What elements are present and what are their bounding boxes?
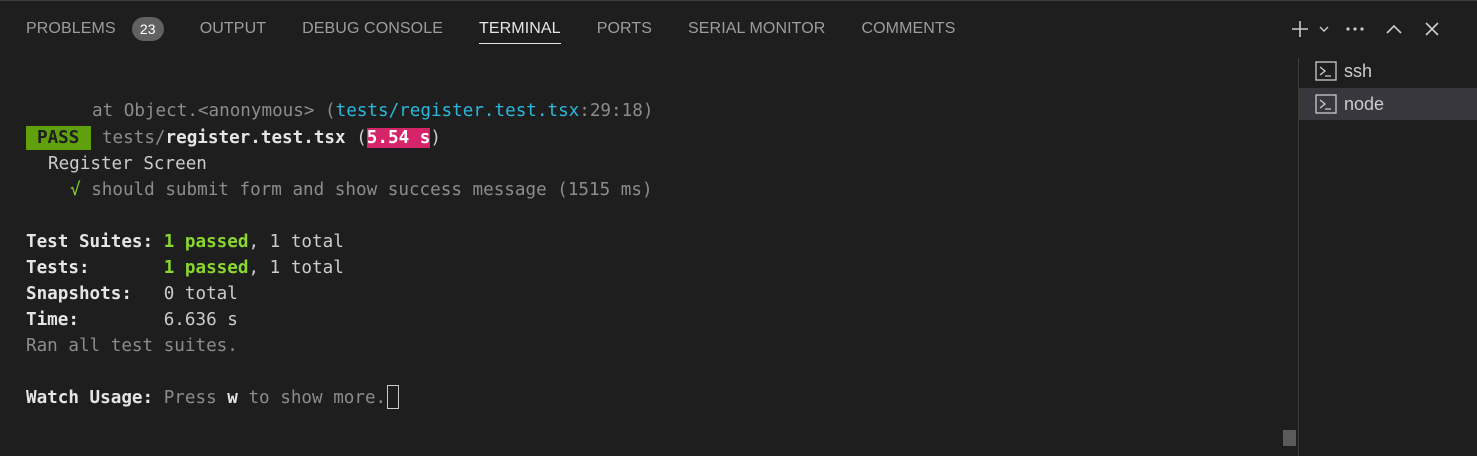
tab-serial-monitor[interactable]: SERIAL MONITOR xyxy=(688,0,825,58)
ran-all-line: Ran all test suites. xyxy=(26,336,238,356)
pass-badge: PASS xyxy=(26,126,92,150)
terminal-icon xyxy=(1315,94,1337,114)
watch-press: Press xyxy=(163,388,217,408)
maximize-panel-button[interactable] xyxy=(1375,14,1413,44)
tab-comments-label: COMMENTS xyxy=(861,20,956,37)
terminal-toolbar xyxy=(1287,14,1451,44)
summary-label: Tests: xyxy=(26,258,90,278)
tab-ports-label: PORTS xyxy=(596,20,653,37)
describe-line: Register Screen xyxy=(48,154,207,174)
summary-time: Time: 6.636 s xyxy=(26,307,238,333)
summary-label: Test Suites: xyxy=(26,232,154,252)
chevron-up-icon xyxy=(1386,24,1402,34)
tab-ports[interactable]: PORTS xyxy=(597,0,652,58)
tab-debug-console[interactable]: DEBUG CONSOLE xyxy=(302,0,443,58)
summary-rest: , 1 total xyxy=(248,258,344,278)
watch-key: w xyxy=(227,388,238,408)
tab-problems[interactable]: PROBLEMS 23 xyxy=(26,0,164,58)
summary-passed: 1 passed xyxy=(163,258,249,278)
terminal-item-label: ssh xyxy=(1344,60,1373,81)
plus-icon xyxy=(1292,21,1308,37)
terminal-item-label: node xyxy=(1344,93,1385,114)
stack-prefix: at Object.<anonymous> ( xyxy=(92,101,336,121)
tab-terminal[interactable]: TERMINAL xyxy=(478,0,561,58)
summary-suites: Test Suites: 1 passed, 1 total xyxy=(26,229,344,255)
tab-output-label: OUTPUT xyxy=(199,20,267,37)
test-case-name: should submit form and show success mess… xyxy=(91,180,653,200)
terminal-output[interactable]: at Object.<anonymous> (tests/register.te… xyxy=(0,58,1282,456)
panel-tabs: PROBLEMS 23 OUTPUT DEBUG CONSOLE TERMINA… xyxy=(26,0,992,58)
tab-output[interactable]: OUTPUT xyxy=(200,0,266,58)
stack-suffix: ) xyxy=(642,101,654,121)
close-panel-button[interactable] xyxy=(1413,14,1451,44)
summary-value: 6.636 s xyxy=(163,310,238,330)
tab-problems-label: PROBLEMS xyxy=(26,20,116,37)
summary-tests: Tests: 1 passed, 1 total xyxy=(26,255,344,281)
watch-rest: to show more. xyxy=(248,388,387,408)
stack-file-link[interactable]: tests/register.test.tsx xyxy=(336,101,580,121)
terminal-scrollbar[interactable] xyxy=(1283,430,1296,446)
test-file: register.test.tsx xyxy=(165,128,346,148)
problems-count-badge: 23 xyxy=(131,17,164,41)
tab-comments[interactable]: COMMENTS xyxy=(861,0,955,58)
terminal-profiles-dropdown[interactable] xyxy=(1313,14,1335,44)
check-mark-icon: √ xyxy=(70,180,81,200)
summary-label: Time: xyxy=(26,310,79,330)
summary-snapshots: Snapshots: 0 total xyxy=(26,281,238,307)
close-icon xyxy=(1425,22,1439,36)
terminal-item-node[interactable]: node xyxy=(1299,88,1477,120)
tab-debug-console-label: DEBUG CONSOLE xyxy=(302,20,443,37)
stack-trace-line: at Object.<anonymous> (tests/register.te… xyxy=(92,98,653,124)
terminal-item-ssh[interactable]: ssh xyxy=(1299,55,1477,87)
tab-terminal-label: TERMINAL xyxy=(478,20,561,37)
summary-label: Snapshots: xyxy=(26,284,132,304)
watch-label: Watch Usage: xyxy=(26,388,154,408)
summary-value: 0 total xyxy=(163,284,238,304)
new-terminal-button[interactable] xyxy=(1287,14,1313,44)
test-duration: 5.54 s xyxy=(366,128,431,148)
ellipsis-icon xyxy=(1346,27,1364,31)
watch-usage-line: Watch Usage: Press w to show more. xyxy=(26,385,400,411)
chevron-down-icon xyxy=(1319,26,1329,32)
terminal-cursor xyxy=(387,385,400,409)
more-actions-button[interactable] xyxy=(1335,14,1375,44)
summary-rest: , 1 total xyxy=(248,232,344,252)
terminal-icon xyxy=(1315,61,1337,81)
stack-position: :29:18 xyxy=(579,101,643,121)
tab-serial-monitor-label: SERIAL MONITOR xyxy=(688,20,826,37)
test-dir: tests/ xyxy=(101,128,166,148)
summary-passed: 1 passed xyxy=(163,232,249,252)
test-case-line: √ should submit form and show success me… xyxy=(70,177,653,203)
test-result-line: PASS tests/register.test.tsx (5.54 s) xyxy=(26,125,441,151)
terminal-list: ssh node xyxy=(1298,58,1477,456)
